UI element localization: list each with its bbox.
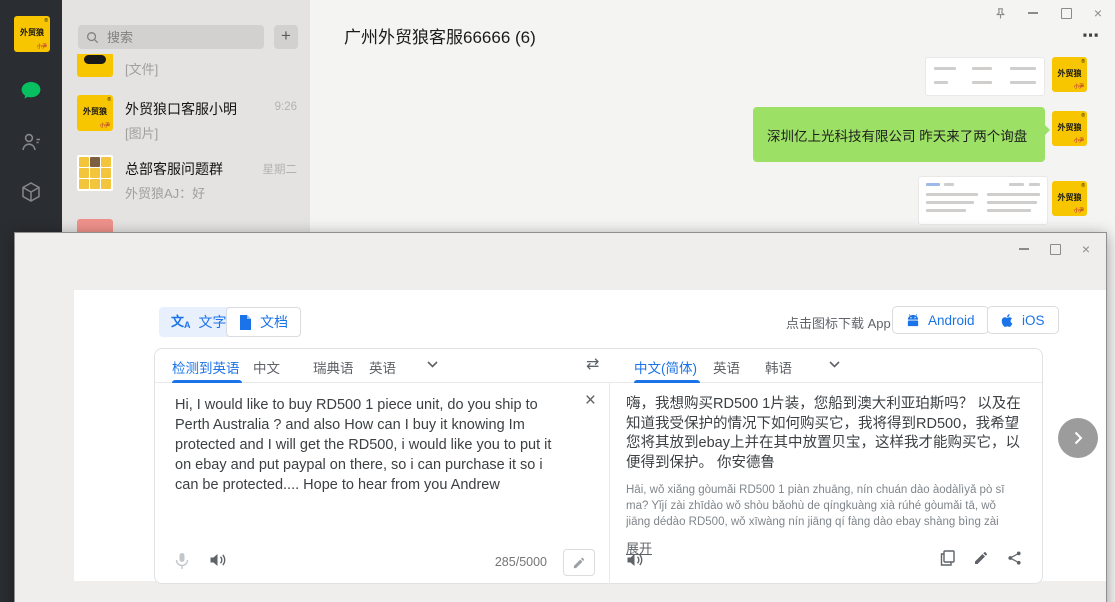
chat-list-header: + xyxy=(62,0,310,54)
search-icon xyxy=(86,31,99,44)
maximize-icon[interactable] xyxy=(1047,241,1063,257)
listen-translation-icon[interactable] xyxy=(626,552,643,568)
pinyin-text: Hāi, wǒ xiǎng gòumǎi RD500 1 piàn zhuāng… xyxy=(626,482,1022,530)
sender-avatar[interactable]: 外贸狼 ® 小尹 xyxy=(1052,111,1087,146)
brand-avatar-subtext: 小尹 xyxy=(37,43,47,50)
sender-avatar[interactable]: 外贸狼 ® 小尹 xyxy=(1052,57,1087,92)
close-icon[interactable]: × xyxy=(1090,5,1106,21)
message-bubble[interactable]: 深圳亿上光科技有限公司 昨天来了两个询盘 xyxy=(753,107,1045,162)
brand-avatar-subtext: 小尹 xyxy=(100,122,110,129)
listen-source-icon[interactable] xyxy=(209,552,226,568)
android-download-button[interactable]: Android xyxy=(892,306,989,334)
brand-reg-mark: ® xyxy=(1081,183,1085,189)
message-image-thumbnail[interactable] xyxy=(918,176,1048,225)
android-label: Android xyxy=(928,313,975,328)
translator-window: × 文A 文字 文档 点击图标下载 App Android xyxy=(14,232,1107,602)
target-lang-tab[interactable]: 韩语 xyxy=(765,357,792,377)
translator-page: 文A 文字 文档 点击图标下载 App Android iOS xyxy=(74,290,1106,581)
target-text-pane: 嗨，我想购买RD500 1片装，您船到澳大利亚珀斯吗？ 以及在知道我受保护的情况… xyxy=(610,383,1042,584)
search-box[interactable] xyxy=(78,25,264,49)
language-tab-bar: 检测到英语 中文 瑞典语 英语 ⇄ 中文(简体) 英语 韩语 xyxy=(155,349,1042,383)
message-text: 深圳亿上光科技有限公司 昨天来了两个询盘 xyxy=(767,125,1027,145)
chevron-right-icon xyxy=(1071,431,1085,445)
more-options-icon[interactable]: ⋯ xyxy=(1082,26,1100,46)
minimize-icon[interactable] xyxy=(1025,5,1041,21)
source-text-pane[interactable]: Hi, I would like to buy RD500 1 piece un… xyxy=(155,383,610,584)
group-chat-avatar[interactable] xyxy=(77,155,113,191)
chat-item-subtitle: [图片] xyxy=(125,123,158,142)
download-hint: 点击图标下载 App xyxy=(786,313,891,332)
chat-item-time: 星期二 xyxy=(263,161,298,177)
add-chat-button[interactable]: + xyxy=(274,25,298,49)
screen: 外贸狼 ® 小尹 [文件] 外贸狼 ® 小尹 外贸狼口客服小明 9:2 xyxy=(0,0,1115,602)
source-lang-tab[interactable]: 英语 xyxy=(369,357,396,377)
target-lang-tab-active[interactable]: 中文(简体) xyxy=(634,357,697,377)
ios-download-button[interactable]: iOS xyxy=(987,306,1059,334)
source-lang-tab[interactable]: 瑞典语 xyxy=(313,357,354,377)
char-counter: 285/5000 xyxy=(495,555,547,569)
target-lang-dropdown-chevron-icon[interactable] xyxy=(829,361,840,368)
brand-avatar-subtext: 小尹 xyxy=(1074,137,1084,144)
swap-languages-icon[interactable]: ⇄ xyxy=(586,354,599,374)
contacts-icon[interactable] xyxy=(19,130,43,154)
source-lang-tab-detected[interactable]: 检测到英语 xyxy=(172,357,240,377)
apple-icon xyxy=(1001,313,1014,328)
sender-avatar[interactable]: 外贸狼 ® 小尹 xyxy=(1052,181,1087,216)
minimize-icon[interactable] xyxy=(1016,241,1032,257)
brand-avatar-text: 外贸狼 xyxy=(77,106,113,117)
chat-item-subtitle: [文件] xyxy=(125,59,158,78)
microphone-icon[interactable] xyxy=(175,552,189,570)
source-text[interactable]: Hi, I would like to buy RD500 1 piece un… xyxy=(175,395,565,495)
user-avatar[interactable]: 外贸狼 ® 小尹 xyxy=(14,16,50,52)
brand-avatar-text: 外贸狼 xyxy=(14,27,50,38)
brand-reg-mark: ® xyxy=(107,97,111,103)
brand-avatar-text: 外贸狼 xyxy=(1052,122,1087,133)
chats-icon[interactable] xyxy=(19,79,43,103)
source-lang-dropdown-chevron-icon[interactable] xyxy=(427,361,438,368)
text-mode-label: 文字 xyxy=(199,312,227,332)
source-footer: 285/5000 xyxy=(175,549,595,575)
search-input[interactable] xyxy=(105,29,239,46)
pin-icon[interactable] xyxy=(992,5,1008,21)
share-translation-icon[interactable] xyxy=(1007,550,1022,566)
translate-icon: 文A xyxy=(171,315,191,330)
clear-source-icon[interactable]: × xyxy=(585,391,596,410)
chat-item-subtitle: 外贸狼AJ：好 xyxy=(125,183,205,202)
copy-translation-icon[interactable] xyxy=(940,550,955,566)
chat-item-time: 9:26 xyxy=(275,101,297,113)
message-image-thumbnail[interactable] xyxy=(925,57,1045,96)
chat-title: 广州外贸狼客服66666 (6) xyxy=(344,23,536,48)
brand-avatar-subtext: 小尹 xyxy=(1074,83,1084,90)
edit-source-button[interactable] xyxy=(563,549,595,576)
translate-card: 检测到英语 中文 瑞典语 英语 ⇄ 中文(简体) 英语 韩语 xyxy=(154,348,1043,584)
pencil-icon xyxy=(573,557,585,569)
maximize-icon[interactable] xyxy=(1058,5,1074,21)
document-mode-button[interactable]: 文档 xyxy=(226,307,301,337)
brand-reg-mark: ® xyxy=(1081,113,1085,119)
android-icon xyxy=(906,313,920,328)
brand-avatar-text: 外贸狼 xyxy=(1052,68,1087,79)
ios-label: iOS xyxy=(1022,313,1045,328)
brand-reg-mark: ® xyxy=(44,18,48,24)
brand-reg-mark: ® xyxy=(1081,59,1085,65)
chat-item-title[interactable]: 外贸狼口客服小明 xyxy=(125,99,237,119)
target-lang-tab[interactable]: 英语 xyxy=(713,357,740,377)
document-icon xyxy=(239,315,252,330)
chat-item-avatar[interactable]: 外贸狼 ® 小尹 xyxy=(77,95,113,131)
next-page-button[interactable] xyxy=(1058,418,1098,458)
brand-avatar-subtext: 小尹 xyxy=(1074,207,1084,214)
source-lang-tab[interactable]: 中文 xyxy=(253,357,280,377)
close-icon[interactable]: × xyxy=(1078,241,1094,257)
target-footer xyxy=(626,549,1022,575)
chat-item-title[interactable]: 总部客服问题群 xyxy=(125,159,223,179)
brand-avatar-text: 外贸狼 xyxy=(1052,192,1087,203)
boss-badge xyxy=(84,55,106,64)
suggest-edit-icon[interactable] xyxy=(974,551,988,565)
translated-text[interactable]: 嗨，我想购买RD500 1片装，您船到澳大利亚珀斯吗？ 以及在知道我受保护的情况… xyxy=(626,395,1022,473)
document-mode-label: 文档 xyxy=(260,312,288,332)
moments-cube-icon[interactable] xyxy=(19,180,43,204)
